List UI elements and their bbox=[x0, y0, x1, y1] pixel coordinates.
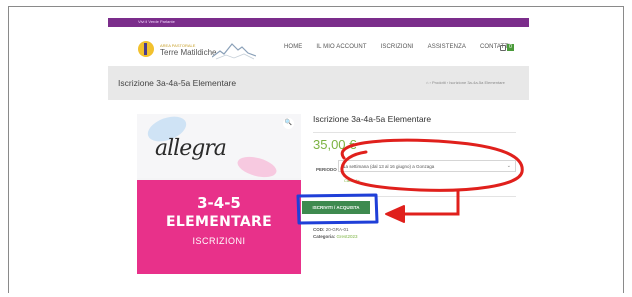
cod-label: COD: bbox=[313, 227, 325, 232]
periodo-select[interactable]: 1a settimana (dal 13 al 16 giugno) a Gon… bbox=[338, 160, 516, 172]
chevron-down-icon: ⌄ bbox=[506, 163, 511, 169]
site-logo[interactable]: AREA PASTORALE Terre Matildiche bbox=[128, 37, 258, 65]
divider bbox=[313, 132, 516, 133]
cod-value: 20-GRA-01 bbox=[325, 227, 349, 232]
banner-line-1: 3-4-5 bbox=[197, 194, 241, 212]
divider bbox=[313, 196, 516, 197]
banner-line-2: ELEMENTARE bbox=[166, 214, 272, 230]
main-nav: HOME IL MIO ACCOUNT ISCRIZIONI ASSISTENZ… bbox=[284, 44, 524, 56]
product-cod: COD: 20-GRA-01 bbox=[313, 227, 349, 232]
logo-cross-icon bbox=[144, 43, 147, 55]
banner-line-3: ISCRIZIONI bbox=[192, 236, 246, 246]
category-label: Categoria: bbox=[313, 234, 336, 239]
page-title: Iscrizione 3a-4a-5a Elementare bbox=[118, 78, 237, 88]
clear-selection-link[interactable]: Cancella bbox=[344, 178, 360, 183]
nav-assistenza[interactable]: ASSISTENZA bbox=[428, 44, 466, 56]
breadcrumb[interactable]: ⌂ › Prodotti › Iscrizione 3a-4a-5a Eleme… bbox=[426, 80, 505, 85]
product-price: 35,00 € bbox=[313, 137, 357, 152]
top-bar: Vivi il Verde Parlante bbox=[108, 18, 529, 27]
top-bar-text: Vivi il Verde Parlante bbox=[138, 19, 175, 24]
logo-mountain-icon bbox=[212, 43, 256, 60]
zoom-icon[interactable]: 🔍 bbox=[283, 118, 294, 129]
logo-title: Terre Matildiche bbox=[160, 48, 217, 57]
product-title: Iscrizione 3a-4a-5a Elementare bbox=[313, 114, 432, 124]
category-value[interactable]: Grest2023 bbox=[337, 234, 358, 239]
product-image-logo: allegra bbox=[155, 136, 227, 161]
periodo-label: PERIODO bbox=[316, 167, 337, 172]
nav-iscrizioni[interactable]: ISCRIZIONI bbox=[381, 44, 414, 56]
cart-count-badge: 0 bbox=[507, 44, 514, 51]
periodo-select-value: 1a settimana (dal 13 al 16 giugno) a Gon… bbox=[343, 164, 435, 169]
nav-my-account[interactable]: IL MIO ACCOUNT bbox=[316, 44, 366, 56]
cart-icon bbox=[500, 45, 506, 51]
product-image[interactable]: allegra 🔍 3-4-5 ELEMENTARE ISCRIZIONI bbox=[137, 114, 301, 274]
buy-button[interactable]: ISCRIVITI / ACQUISTA bbox=[302, 201, 370, 214]
cart-button[interactable]: 0 bbox=[500, 43, 514, 53]
nav-home[interactable]: HOME bbox=[284, 44, 302, 56]
product-category: Categoria: Grest2023 bbox=[313, 234, 358, 239]
product-image-banner: 3-4-5 ELEMENTARE ISCRIZIONI bbox=[137, 180, 301, 274]
